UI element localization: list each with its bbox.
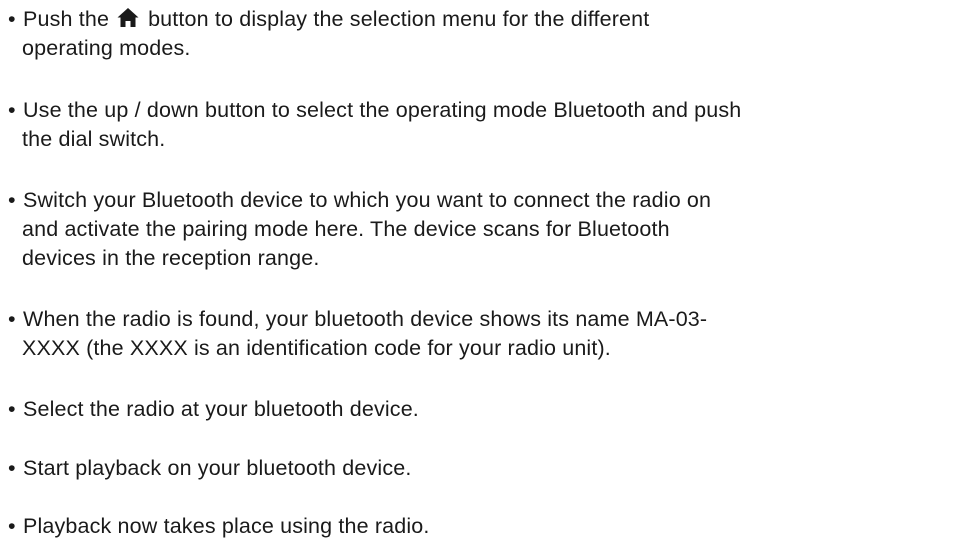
step-1: • Push the button to display the selection… bbox=[8, 5, 968, 63]
step-5-line-1: • Select the radio at your bluetooth devi… bbox=[8, 395, 968, 424]
step-7-text: Playback now takes place using the radio… bbox=[23, 514, 430, 538]
step-6-text: Start playback on your bluetooth device. bbox=[23, 456, 412, 480]
step-7-line-1: • Playback now takes place using the radi… bbox=[8, 512, 968, 541]
bullet: • bbox=[8, 188, 16, 212]
step-2-line-1: • Use the up / down button to select the … bbox=[8, 96, 968, 125]
step-3-line-2: and activate the pairing mode here. The … bbox=[22, 217, 670, 241]
step-1-text-after-icon: button to display the selection menu for… bbox=[148, 7, 650, 31]
step-4-text: When the radio is found, your bluetooth … bbox=[23, 307, 708, 331]
step-1-line-1: • Push the button to display the selection… bbox=[8, 5, 968, 34]
step-4: • When the radio is found, your bluetooth… bbox=[8, 305, 968, 363]
step-2-line-2: the dial switch. bbox=[22, 127, 166, 151]
step-3-line-3: devices in the reception range. bbox=[22, 246, 320, 270]
home-icon bbox=[117, 7, 139, 28]
instruction-list: • Push the button to display the selection… bbox=[0, 0, 975, 540]
step-5-text: Select the radio at your bluetooth devic… bbox=[23, 397, 419, 421]
step-7: • Playback now takes place using the radi… bbox=[8, 512, 968, 541]
bullet: • bbox=[8, 7, 16, 31]
step-4-line-1: • When the radio is found, your bluetooth… bbox=[8, 305, 968, 334]
bullet: • bbox=[8, 98, 16, 122]
bullet: • bbox=[8, 397, 16, 421]
step-1-text-before-icon: Push the bbox=[23, 7, 110, 31]
step-6: • Start playback on your bluetooth device… bbox=[8, 454, 968, 483]
step-4-line-2: XXXX (the XXXX is an identification code… bbox=[22, 336, 611, 360]
step-2: • Use the up / down button to select the … bbox=[8, 96, 968, 154]
step-1-line-2: operating modes. bbox=[22, 36, 191, 60]
step-2-text: Use the up / down button to select the o… bbox=[23, 98, 742, 122]
step-3: • Switch your Bluetooth device to which y… bbox=[8, 186, 968, 273]
step-3-text: Switch your Bluetooth device to which yo… bbox=[23, 188, 712, 212]
bullet: • bbox=[8, 307, 16, 331]
step-3-line-1: • Switch your Bluetooth device to which y… bbox=[8, 186, 968, 215]
step-5: • Select the radio at your bluetooth devi… bbox=[8, 395, 968, 424]
bullet: • bbox=[8, 514, 16, 538]
step-6-line-1: • Start playback on your bluetooth device… bbox=[8, 454, 968, 483]
bullet: • bbox=[8, 456, 16, 480]
